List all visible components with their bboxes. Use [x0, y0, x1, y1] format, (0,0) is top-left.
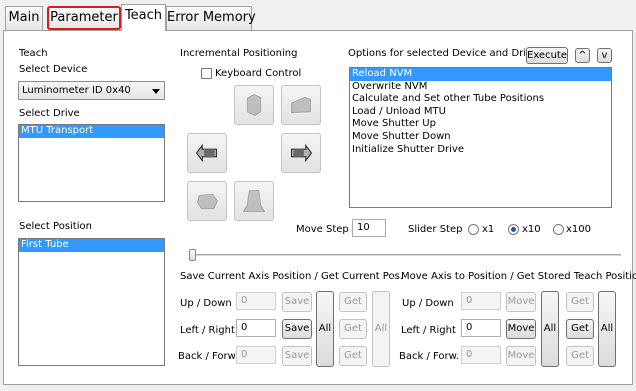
move-down-button[interactable] — [234, 181, 274, 221]
save-section-title: Save Current Axis Position / Get Current… — [180, 271, 403, 282]
position-list[interactable]: First Tube — [18, 238, 165, 366]
teach-window: Main Parameter Teach Error Memory Teach … — [0, 0, 636, 391]
block-left-icon — [195, 143, 218, 163]
drive-list[interactable]: MTU Transport — [18, 124, 165, 202]
save-all-button[interactable]: All — [316, 291, 334, 367]
get-stored-leftright-button[interactable]: Get — [566, 319, 594, 339]
move-left-button[interactable] — [187, 133, 227, 173]
slider-step-label: Slider Step — [408, 224, 463, 235]
tab-parameter[interactable]: Parameter — [47, 6, 121, 30]
slider-thumb[interactable] — [189, 249, 196, 261]
option-item[interactable]: Move Shutter Up — [350, 118, 611, 131]
save-backforw-label: Back / Forw. — [178, 351, 239, 362]
slider-step-x1-radio[interactable] — [468, 224, 479, 235]
move-forward-button[interactable] — [187, 181, 227, 221]
block-up-icon — [246, 94, 262, 116]
select-drive-label: Select Drive — [19, 108, 80, 119]
device-dropdown-value: Luminometer ID 0x40 — [22, 85, 131, 96]
get-current-updown-button[interactable]: Get — [339, 292, 367, 312]
tab-main[interactable]: Main — [5, 6, 43, 30]
get-current-backforw-button[interactable]: Get — [339, 346, 367, 366]
save-updown-label: Up / Down — [180, 298, 232, 309]
tab-error-memory[interactable]: Error Memory — [166, 6, 256, 30]
options-list[interactable]: Reload NVM Overwrite NVM Calculate and S… — [349, 67, 612, 208]
move-all-button[interactable]: All — [541, 291, 559, 367]
save-leftright-label: Left / Right — [180, 325, 235, 336]
block-forward-icon — [196, 193, 219, 210]
save-updown-button[interactable]: Save — [282, 292, 312, 312]
execute-button[interactable]: Execute — [526, 47, 568, 64]
move-backforw-field[interactable]: 0 — [461, 346, 501, 364]
move-back-button[interactable] — [281, 85, 321, 125]
option-item[interactable]: Reload NVM — [350, 68, 611, 81]
move-backforw-label: Back / Forw. — [399, 351, 460, 362]
block-right-icon — [290, 143, 313, 163]
slider-step-x1-label: x1 — [482, 224, 495, 235]
save-backforw-field[interactable]: 0 — [236, 346, 276, 364]
move-backforw-button[interactable]: Move — [506, 346, 536, 366]
keyboard-control-label: Keyboard Control — [215, 68, 302, 79]
slider-step-x100-radio[interactable] — [553, 224, 564, 235]
get-stored-backforw-button[interactable]: Get — [566, 346, 594, 366]
move-up-button[interactable] — [234, 85, 274, 125]
step-slider[interactable] — [189, 249, 621, 261]
drive-list-item[interactable]: MTU Transport — [19, 125, 164, 138]
move-leftright-button[interactable]: Move — [506, 319, 536, 339]
move-updown-button[interactable]: Move — [506, 292, 536, 312]
keyboard-control-checkbox[interactable] — [201, 68, 212, 79]
position-list-item[interactable]: First Tube — [19, 239, 164, 252]
teach-group-title: Teach — [19, 48, 48, 59]
slider-step-x100-label: x100 — [566, 224, 592, 235]
move-step-label: Move Step — [296, 224, 349, 235]
get-current-all-button[interactable]: All — [372, 291, 390, 367]
select-position-label: Select Position — [19, 221, 92, 232]
slider-track — [189, 254, 621, 256]
divider — [390, 277, 396, 278]
get-stored-updown-button[interactable]: Get — [566, 292, 594, 312]
block-down-icon — [242, 190, 266, 212]
move-step-input[interactable]: 10 — [352, 219, 386, 237]
option-down-button[interactable]: v — [597, 48, 612, 63]
chevron-down-icon — [152, 89, 160, 94]
device-dropdown[interactable]: Luminometer ID 0x40 — [18, 81, 165, 100]
save-updown-field[interactable]: 0 — [236, 292, 276, 310]
options-title: Options for selected Device and Drive — [348, 48, 539, 59]
save-backforw-button[interactable]: Save — [282, 346, 312, 366]
get-current-leftright-button[interactable]: Get — [339, 319, 367, 339]
move-leftright-field[interactable]: 0 — [461, 319, 501, 337]
move-leftright-label: Left / Right — [401, 325, 456, 336]
tab-teach[interactable]: Teach — [121, 4, 166, 31]
get-stored-all-button[interactable]: All — [598, 291, 616, 367]
save-leftright-field[interactable]: 0 — [236, 319, 276, 337]
move-updown-label: Up / Down — [402, 298, 454, 309]
option-up-button[interactable]: ^ — [575, 48, 590, 63]
block-back-icon — [291, 96, 311, 114]
incremental-positioning-title: Incremental Positioning — [180, 48, 298, 59]
move-section-title: Move Axis to Position / Get Stored Teach… — [401, 271, 636, 282]
save-leftright-button[interactable]: Save — [282, 319, 312, 339]
option-item[interactable]: Load / Unload MTU — [350, 106, 611, 119]
option-item[interactable]: Calculate and Set other Tube Positions — [350, 93, 611, 106]
move-right-button[interactable] — [281, 133, 321, 173]
option-item[interactable]: Initialize Shutter Drive — [350, 144, 611, 157]
slider-step-x10-label: x10 — [522, 224, 541, 235]
option-item[interactable]: Overwrite NVM — [350, 81, 611, 94]
select-device-label: Select Device — [19, 64, 88, 75]
option-item[interactable]: Move Shutter Down — [350, 131, 611, 144]
slider-step-x10-radio[interactable] — [508, 224, 519, 235]
move-updown-field[interactable]: 0 — [461, 292, 501, 310]
